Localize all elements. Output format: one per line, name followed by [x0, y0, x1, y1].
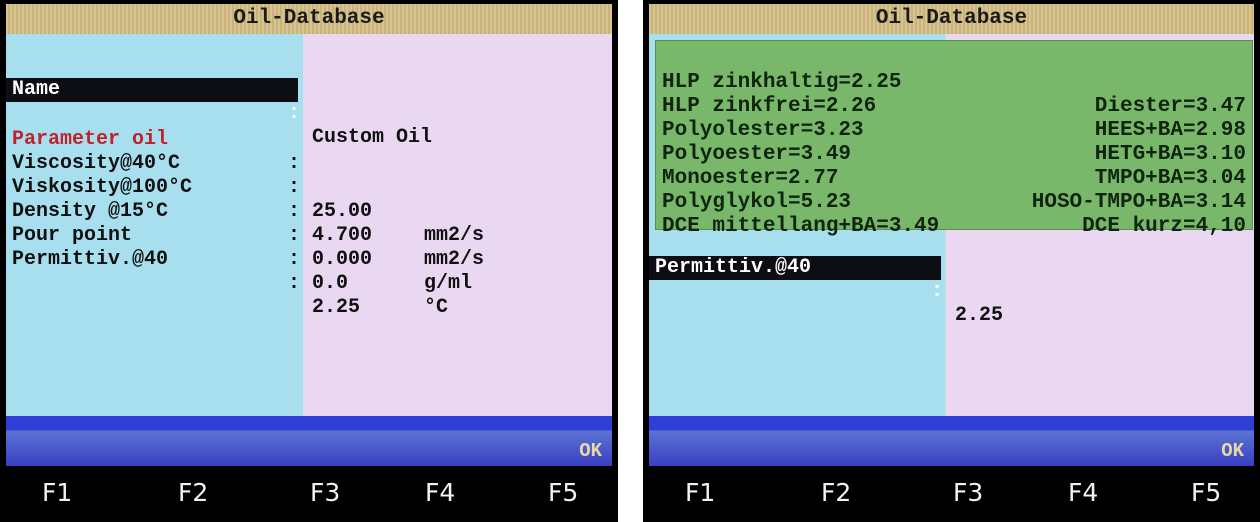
oil-database-screen: Oil-Database Permittiv.@40 : 2.25 HLP zi…	[649, 4, 1254, 466]
param-separator: :	[288, 272, 301, 295]
param-row[interactable]: Permittiv.@40 : 2.25	[6, 224, 612, 319]
list-row[interactable]: HLP zinkhaltig=2.25 Diester=3.47	[662, 47, 1246, 118]
param-separator: :	[288, 248, 301, 271]
param-row[interactable]: Viskosity@100°C : 4.700 mm2/s	[6, 152, 612, 271]
f5-key[interactable]: F5	[548, 478, 578, 507]
ok-button[interactable]: OK	[579, 440, 602, 462]
param-value: 0.000	[312, 248, 373, 271]
f3-key[interactable]: F3	[953, 478, 983, 507]
status-bar: OK	[6, 416, 612, 466]
param-label: Permittiv.@40	[12, 248, 169, 271]
screen-panel-left: Oil-Database Name : Custom Oil Parameter…	[0, 0, 618, 522]
list-row[interactable]: Monoester=2.77 HOSO-TMPO+BA=3.14	[662, 143, 1246, 214]
function-keys: F1 F2 F3 F4 F5	[0, 466, 618, 522]
screen-panel-right: Oil-Database Permittiv.@40 : 2.25 HLP zi…	[643, 0, 1260, 522]
function-keys: F1 F2 F3 F4 F5	[643, 466, 1260, 522]
list-item[interactable]: DCE mittellang+BA=3.49	[662, 215, 939, 239]
oil-database-screen: Oil-Database Name : Custom Oil Parameter…	[6, 4, 612, 466]
f4-key[interactable]: F4	[425, 478, 455, 507]
param-unit: mm2/s	[424, 248, 485, 271]
f4-key[interactable]: F4	[1068, 478, 1098, 507]
f1-key[interactable]: F1	[685, 478, 715, 507]
param-row[interactable]: Viscosity@40°C : 25.00 mm2/s	[6, 128, 612, 247]
oil-type-list-popup: HLP zinkhaltig=2.25 Diester=3.47 HLP zin…	[655, 40, 1253, 238]
param-value: 0.0	[312, 272, 349, 295]
f2-key[interactable]: F2	[178, 478, 208, 507]
list-row[interactable]: Polyolester=3.23 HETG+BA=3.10	[662, 95, 1246, 166]
f1-key[interactable]: F1	[42, 478, 72, 507]
title-bar: Oil-Database	[6, 4, 612, 34]
f2-key[interactable]: F2	[821, 478, 851, 507]
title-bar: Oil-Database	[649, 4, 1254, 34]
f3-key[interactable]: F3	[310, 478, 340, 507]
param-value: 2.25	[312, 296, 361, 319]
section-row: Parameter oil :	[6, 104, 612, 175]
param-row[interactable]: Density @15°C : 0.000 g/ml	[6, 176, 612, 295]
list-row[interactable]: HLP zinkfrei=2.26 HEES+BA=2.98	[662, 71, 1246, 142]
param-unit: °C	[424, 296, 449, 319]
status-bar: OK	[649, 416, 1254, 466]
name-row[interactable]: Name : Custom Oil	[6, 54, 612, 149]
selected-param-separator: :	[931, 280, 944, 303]
name-label: Name	[6, 78, 298, 102]
list-row[interactable]: Polyglykol=5.23 DCE kurz=4,10	[662, 167, 1246, 238]
list-row[interactable]: Polyoester=3.49 TMPO+BA=3.04	[662, 119, 1246, 190]
selected-param-value: 2.25	[955, 304, 1004, 327]
param-row[interactable]: Pour point : 0.0 °C	[6, 200, 612, 319]
ok-button[interactable]: OK	[1221, 440, 1244, 462]
list-item[interactable]: DCE kurz=4,10	[1082, 215, 1246, 239]
f5-key[interactable]: F5	[1191, 478, 1221, 507]
param-unit: g/ml	[424, 272, 473, 295]
list-row[interactable]: DCE mittellang+BA=3.49	[662, 191, 1246, 238]
